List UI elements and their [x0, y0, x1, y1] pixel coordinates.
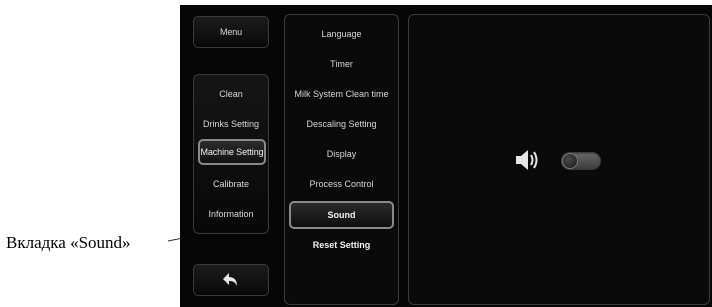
submenu-item-label: Language: [321, 29, 362, 39]
main-menu-item-label: Drinks Setting: [202, 119, 260, 129]
submenu-item-label: Sound: [327, 210, 356, 220]
main-menu-item-label: Machine Setting: [200, 147, 264, 157]
main-menu-item-information[interactable]: Information: [194, 204, 268, 224]
submenu-item-display[interactable]: Display: [285, 143, 398, 165]
main-menu-item-label: Clean: [219, 89, 243, 99]
submenu-item-label: Milk System Clean time: [294, 89, 389, 99]
sound-toggle-knob: [562, 153, 578, 169]
submenu-item-label: Timer: [330, 59, 353, 69]
submenu-item-reset-setting[interactable]: Reset Setting: [285, 234, 398, 256]
speaker-icon: [516, 150, 538, 170]
main-menu-group: Clean Drinks Setting Machine Setting Cal…: [193, 74, 269, 234]
sound-tab-callout: Вкладка «Sound»: [6, 233, 131, 252]
submenu-item-label: Reset Setting: [312, 240, 371, 250]
submenu-item-label: Display: [326, 149, 357, 159]
submenu-item-label: Descaling Setting: [306, 119, 377, 129]
main-menu-item-calibrate[interactable]: Calibrate: [194, 174, 268, 194]
back-button[interactable]: [193, 264, 269, 296]
submenu-item-descaling-setting[interactable]: Descaling Setting: [285, 113, 398, 135]
settings-submenu: Language Timer Milk System Clean time De…: [284, 14, 399, 305]
main-menu-item-clean[interactable]: Clean: [194, 84, 268, 104]
main-menu-item-label: Calibrate: [212, 179, 250, 189]
menu-button[interactable]: Menu: [193, 16, 269, 48]
back-arrow-icon: [223, 273, 237, 286]
submenu-item-milk-system-clean-time[interactable]: Milk System Clean time: [285, 83, 398, 105]
sound-settings-panel: [408, 14, 710, 305]
machine-screen: Menu Clean Drinks Setting Machine Settin…: [180, 5, 712, 307]
submenu-item-sound[interactable]: Sound: [289, 201, 394, 229]
submenu-item-language[interactable]: Language: [285, 23, 398, 45]
submenu-item-timer[interactable]: Timer: [285, 53, 398, 75]
submenu-item-process-control[interactable]: Process Control: [285, 173, 398, 195]
menu-button-label: Menu: [219, 27, 243, 37]
main-menu-item-label: Information: [208, 209, 254, 219]
main-menu-item-drinks-setting[interactable]: Drinks Setting: [194, 114, 268, 134]
main-menu-item-machine-setting[interactable]: Machine Setting: [198, 139, 266, 165]
submenu-item-label: Process Control: [309, 179, 374, 189]
sound-toggle[interactable]: [561, 152, 601, 170]
